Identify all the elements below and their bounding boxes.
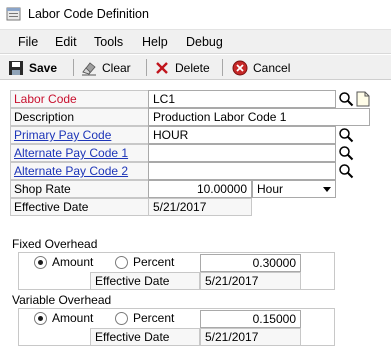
fixed-overhead-effective-date-label: Effective Date <box>90 272 200 290</box>
variable-overhead-group: Amount Percent 0.15000 Effective Date 5/… <box>18 308 335 346</box>
variable-overhead-effective-date-value: 5/21/2017 <box>200 328 301 346</box>
variable-overhead-effective-date-label: Effective Date <box>90 328 200 346</box>
cancel-button-label: Cancel <box>253 60 291 75</box>
fixed-overhead-percent-radio[interactable] <box>115 256 128 269</box>
save-button-label: Save <box>29 60 58 75</box>
variable-overhead-percent-radio[interactable] <box>115 312 128 325</box>
floppy-disk-icon <box>9 60 23 75</box>
delete-button-label: Delete <box>175 60 210 75</box>
alternate-pay-code-2-link[interactable]: Alternate Pay Code 2 <box>10 162 148 180</box>
menu-file[interactable]: File <box>18 35 38 49</box>
fixed-overhead-value-field[interactable]: 0.30000 <box>200 254 301 272</box>
lookup-magnifier-icon[interactable] <box>338 163 354 179</box>
fixed-overhead-effective-date-value: 5/21/2017 <box>200 272 301 290</box>
menu-bar: File Edit Tools Help Debug <box>0 30 391 54</box>
effective-date-label: Effective Date <box>10 198 148 216</box>
alternate-pay-code-1-link[interactable]: Alternate Pay Code 1 <box>10 144 148 162</box>
shop-rate-unit-dropdown[interactable]: Hour <box>252 180 336 198</box>
eraser-icon <box>82 61 96 75</box>
cancel-button[interactable]: Cancel <box>232 58 290 77</box>
description-label: Description <box>10 108 148 126</box>
delete-button[interactable]: Delete <box>154 58 210 77</box>
lookup-magnifier-icon[interactable] <box>338 91 354 107</box>
toolbar-separator <box>146 59 147 76</box>
lookup-magnifier-icon[interactable] <box>338 145 354 161</box>
shop-rate-label: Shop Rate <box>10 180 148 198</box>
fixed-overhead-amount-radio[interactable] <box>34 256 47 269</box>
title-bar: Labor Code Definition <box>0 0 391 30</box>
chevron-down-icon <box>323 187 331 192</box>
variable-overhead-amount-label: Amount <box>52 311 94 325</box>
menu-debug[interactable]: Debug <box>186 35 223 49</box>
window-app-icon <box>6 7 21 21</box>
primary-pay-code-field[interactable]: HOUR <box>148 126 336 144</box>
fixed-overhead-title: Fixed Overhead <box>12 237 98 251</box>
description-field[interactable]: Production Labor Code 1 <box>148 108 370 126</box>
alternate-pay-code-2-field[interactable] <box>148 162 336 180</box>
toolbar: Save Clear Delete Cancel <box>0 55 391 80</box>
labor-code-field[interactable]: LC1 <box>148 90 336 108</box>
cancel-circle-icon <box>232 60 248 75</box>
alternate-pay-code-1-field[interactable] <box>148 144 336 162</box>
save-button[interactable]: Save <box>8 58 57 77</box>
variable-overhead-value-field[interactable]: 0.15000 <box>200 310 301 328</box>
toolbar-separator <box>222 59 223 76</box>
toolbar-separator <box>73 59 74 76</box>
fixed-overhead-percent-label: Percent <box>133 255 175 269</box>
clear-button-label: Clear <box>102 60 131 75</box>
fixed-overhead-amount-label: Amount <box>52 255 94 269</box>
clear-button[interactable]: Clear <box>81 58 131 77</box>
lookup-magnifier-icon[interactable] <box>338 127 354 143</box>
menu-edit[interactable]: Edit <box>55 35 77 49</box>
variable-overhead-amount-radio[interactable] <box>34 312 47 325</box>
primary-pay-code-link[interactable]: Primary Pay Code <box>10 126 148 144</box>
shop-rate-unit-value: Hour <box>257 182 284 196</box>
delete-x-icon <box>156 61 168 74</box>
menu-tools[interactable]: Tools <box>94 35 123 49</box>
shop-rate-field[interactable]: 10.00000 <box>148 180 252 198</box>
variable-overhead-percent-label: Percent <box>133 311 175 325</box>
menu-help[interactable]: Help <box>142 35 168 49</box>
form-area: Labor Code LC1 Description Production La… <box>0 81 391 358</box>
labor-code-label: Labor Code <box>10 90 148 108</box>
note-icon[interactable] <box>356 91 370 107</box>
effective-date-value: 5/21/2017 <box>148 198 252 216</box>
variable-overhead-title: Variable Overhead <box>12 293 112 307</box>
fixed-overhead-group: Amount Percent 0.30000 Effective Date 5/… <box>18 252 335 290</box>
window-title: Labor Code Definition <box>28 7 149 21</box>
